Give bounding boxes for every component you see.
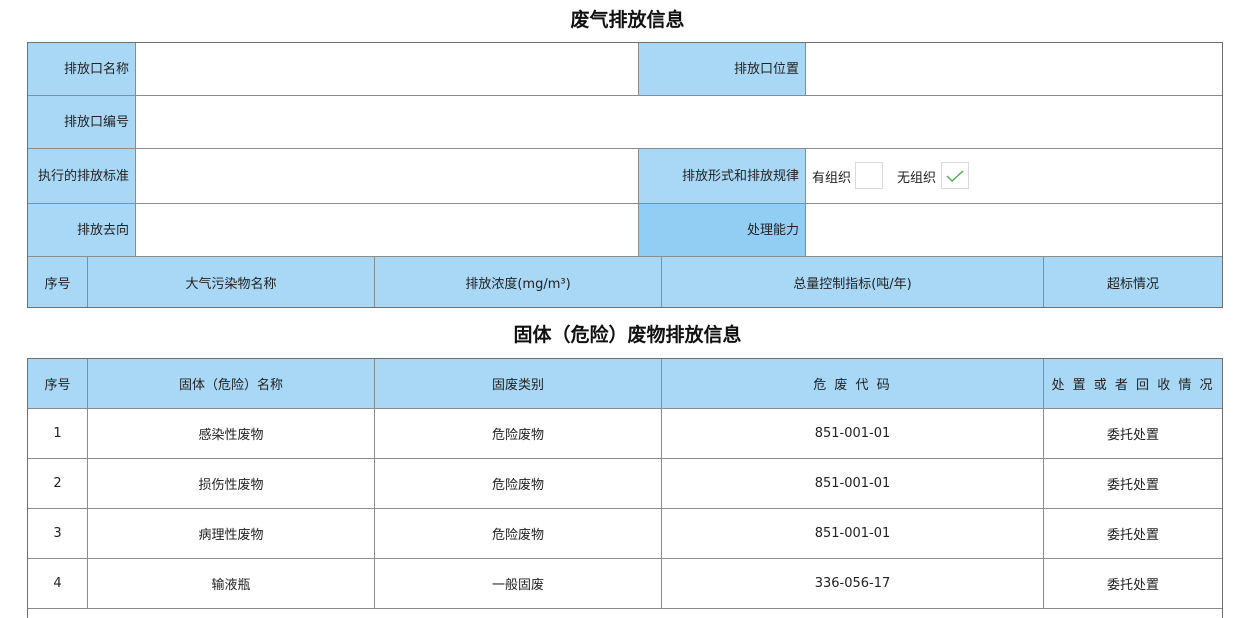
air-emission-form: 排放口名称 排放口位置 排放口编号 执行的排放标准 排放形式和排放规律 有组织 …: [27, 42, 1223, 308]
unorganized-checkbox[interactable]: [941, 162, 969, 189]
table-row-cell-name: 输液瓶: [88, 559, 375, 609]
table-row-cell-name: 病理性废物: [88, 509, 375, 559]
table-row-cell-disposal: 委托处置: [1044, 559, 1222, 609]
solid-waste-table: 序号 固体（危险）名称 固废类别 危 废 代 码 处 置 或 者 回 收 情 况…: [27, 358, 1223, 618]
standard-field[interactable]: [136, 149, 639, 204]
table-row-cell-code: 851-001-01: [662, 409, 1044, 459]
table-row-cell-disposal: 委托处置: [1044, 509, 1222, 559]
col-header-total-control: 总量控制指标(吨/年): [662, 257, 1044, 307]
table-row-cell-no: 3: [28, 509, 88, 559]
standard-label: 执行的排放标准: [28, 149, 136, 204]
col-header-waste-category: 固废类别: [375, 359, 662, 409]
emission-form-options: 有组织 无组织: [806, 149, 1222, 204]
organized-checkbox[interactable]: [855, 162, 883, 189]
capacity-field[interactable]: [806, 204, 1222, 257]
table-row-cell-category: 危险废物: [375, 459, 662, 509]
col-header-hazard-code: 危 废 代 码: [662, 359, 1044, 409]
air-emission-title: 废气排放信息: [570, 9, 685, 31]
table-row-cell-category: 危险废物: [375, 409, 662, 459]
col-header-exceed: 超标情况: [1044, 257, 1222, 307]
table-row-cell-disposal: 委托处置: [1044, 459, 1222, 509]
table-row-cell-code: 851-001-01: [662, 509, 1044, 559]
solid-waste-title: 固体（危险）废物排放信息: [513, 324, 742, 346]
table-row-cell-disposal: 委托处置: [1044, 409, 1222, 459]
outlet-name-label: 排放口名称: [28, 43, 136, 96]
table-row-cell-name: 损伤性废物: [88, 459, 375, 509]
col-header-pollutant-name: 大气污染物名称: [88, 257, 375, 307]
unorganized-option-label: 无组织: [897, 171, 937, 186]
table-row-cell-code: 336-056-17: [662, 559, 1044, 609]
outlet-code-field[interactable]: [136, 96, 1222, 149]
col-header-disposal: 处 置 或 者 回 收 情 况: [1044, 359, 1222, 409]
table-row-cell-no: 2: [28, 459, 88, 509]
emission-form-label: 排放形式和排放规律: [639, 149, 806, 204]
col-header-concentration: 排放浓度(mg/m³): [375, 257, 662, 307]
col-header-no: 序号: [28, 257, 88, 307]
table-row-cell-no: 4: [28, 559, 88, 609]
table-row-cell-code: 851-001-01: [662, 459, 1044, 509]
table-row-cell-category: 危险废物: [375, 509, 662, 559]
table-row-cell-category: 一般固废: [375, 559, 662, 609]
destination-label: 排放去向: [28, 204, 136, 257]
outlet-location-field[interactable]: [806, 43, 1222, 96]
capacity-label: 处理能力: [639, 204, 806, 257]
outlet-code-label: 排放口编号: [28, 96, 136, 149]
outlet-name-field[interactable]: [136, 43, 639, 96]
col-header-waste-name: 固体（危险）名称: [88, 359, 375, 409]
table-row-cell-no: 1: [28, 409, 88, 459]
outlet-location-label: 排放口位置: [639, 43, 806, 96]
organized-option-label: 有组织: [812, 171, 852, 186]
destination-field[interactable]: [136, 204, 639, 257]
table-row-cell-name: 感染性废物: [88, 409, 375, 459]
col-header-no: 序号: [28, 359, 88, 409]
checkmark-icon: [946, 169, 964, 182]
